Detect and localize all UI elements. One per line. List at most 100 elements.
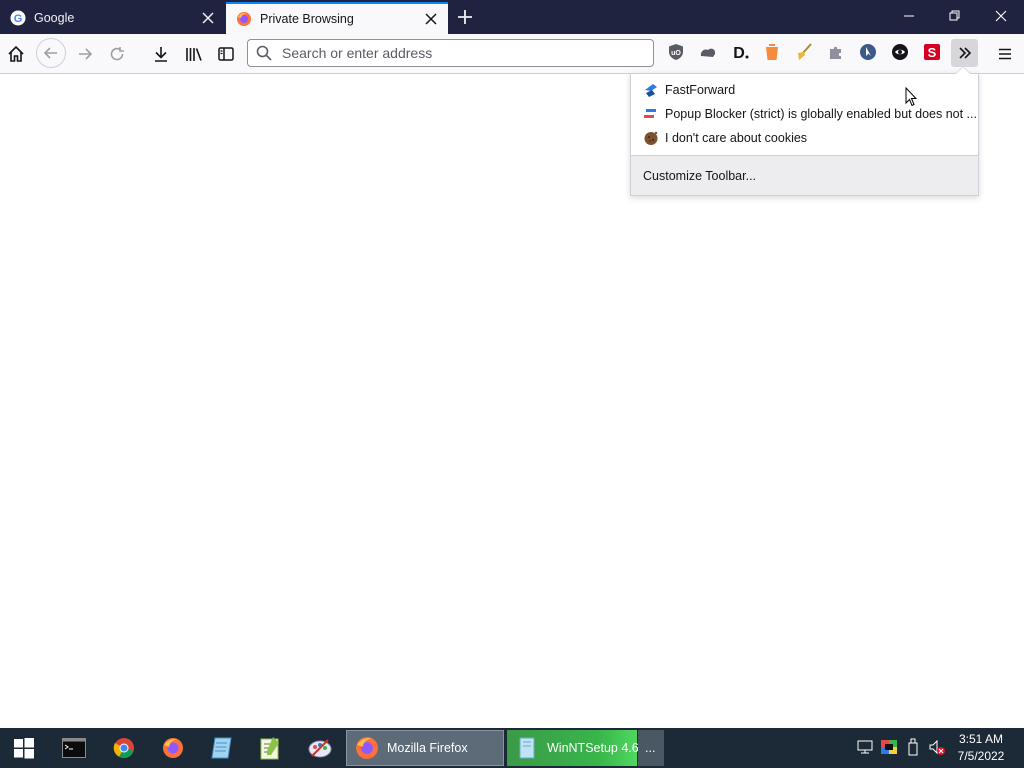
overflow-item-label: FastForward	[665, 83, 736, 97]
taskbar-firefox[interactable]	[159, 734, 187, 762]
downloads-button[interactable]	[148, 41, 174, 67]
taskbar-task-firefox[interactable]: Mozilla Firefox	[346, 730, 504, 766]
overflow-item-label: I don't care about cookies	[665, 131, 808, 145]
taskbar-notepad[interactable]	[208, 734, 236, 762]
svg-text:uO: uO	[671, 50, 681, 57]
privacy-extension-button[interactable]	[891, 43, 909, 61]
cookie-autodelete-button[interactable]	[763, 43, 781, 61]
d-extension-button[interactable]: D	[731, 43, 749, 61]
overflow-menu-panel: FastForward Popup Blocker (strict) is gl…	[630, 66, 979, 196]
back-icon	[43, 47, 57, 59]
library-button[interactable]	[181, 41, 207, 67]
taskbar-paint[interactable]	[306, 734, 334, 762]
fastforward-icon	[645, 84, 657, 97]
usb-drive-icon[interactable]	[904, 738, 922, 756]
clock-time: 3:51 AM	[958, 732, 1004, 746]
broom-icon	[798, 43, 812, 60]
winntsetup-icon	[519, 737, 535, 759]
overflow-item-fastforward[interactable]: FastForward	[643, 79, 735, 101]
mouse-cursor-icon	[905, 87, 917, 107]
ublock-icon: uO	[669, 44, 683, 60]
paint-icon	[308, 739, 332, 758]
restore-button[interactable]	[932, 0, 978, 32]
broom-button[interactable]	[795, 43, 813, 61]
home-button[interactable]	[3, 41, 29, 67]
ublock-button[interactable]: uO	[667, 43, 685, 61]
firefox-icon	[356, 737, 378, 759]
address-bar[interactable]	[247, 39, 654, 67]
color-app-icon[interactable]	[880, 738, 898, 756]
taskbar-notepadpp[interactable]	[256, 734, 284, 762]
task-label: Mozilla Firefox	[387, 741, 468, 755]
app-menu-button[interactable]	[992, 41, 1018, 67]
taskbar: Mozilla Firefox WinNTSetup 4.6.3 ... 3:5…	[0, 728, 1024, 768]
overflow-item-label: Popup Blocker (strict) is globally enabl…	[665, 107, 977, 121]
popup-blocker-icon	[644, 109, 656, 118]
puzzle-extension-button[interactable]	[827, 43, 845, 61]
taskbar-terminal[interactable]	[60, 734, 88, 762]
puzzle-extension-icon	[830, 46, 841, 59]
cookie-icon	[644, 131, 658, 145]
s-extension-button[interactable]: S	[923, 43, 941, 61]
svg-text:S: S	[928, 45, 937, 60]
svg-text:D: D	[733, 45, 745, 61]
overflow-item-popup-blocker[interactable]: Popup Blocker (strict) is globally enabl…	[643, 103, 977, 125]
d-extension-icon: D	[733, 45, 749, 61]
close-icon	[995, 10, 1007, 22]
forward-icon	[79, 48, 93, 60]
customize-toolbar-button[interactable]: Customize Toolbar...	[631, 156, 978, 195]
chevron-double-right-icon	[958, 47, 971, 59]
clock-date: 7/5/2022	[957, 749, 1005, 763]
system-clock[interactable]: 3:51 AM 7/5/2022	[948, 731, 1014, 765]
volume-muted-icon[interactable]	[928, 738, 946, 756]
cookie-autodelete-icon	[766, 44, 778, 60]
tab-title: Private Browsing	[260, 12, 354, 26]
back-button[interactable]	[36, 38, 66, 68]
more-label: ...	[645, 741, 656, 755]
cloud-extension-button[interactable]	[699, 43, 717, 61]
overflow-menu-button[interactable]	[951, 39, 978, 67]
search-input[interactable]	[280, 44, 653, 62]
downloads-icon	[155, 47, 167, 62]
forward-button[interactable]	[72, 41, 98, 67]
close-tab-icon[interactable]	[424, 12, 438, 26]
sidebar-button[interactable]	[213, 41, 239, 67]
panel-arrow	[955, 66, 971, 74]
search-icon	[256, 45, 272, 61]
s-extension-icon: S	[924, 44, 940, 60]
privacy-extension-icon	[892, 44, 908, 60]
firefox-icon	[237, 12, 251, 26]
network-icon[interactable]	[856, 738, 874, 756]
minimize-icon	[904, 15, 914, 17]
navigation-toolbar: uO D S	[0, 34, 1024, 74]
home-icon	[8, 45, 24, 62]
svg-text:G: G	[14, 13, 23, 25]
minimize-button[interactable]	[886, 0, 932, 32]
notepad-icon	[211, 737, 232, 759]
start-button[interactable]	[10, 734, 38, 762]
cursor-extension-button[interactable]	[859, 43, 877, 61]
firefox-icon	[163, 738, 183, 758]
sidebar-icon	[218, 47, 234, 61]
task-label: WinNTSetup 4.6.3	[547, 741, 650, 755]
taskbar-chrome[interactable]	[110, 734, 138, 762]
restore-icon	[949, 10, 960, 21]
google-icon: G	[10, 10, 26, 26]
windows-start-icon	[14, 738, 34, 759]
library-icon	[186, 48, 202, 61]
tab-title: Google	[34, 11, 75, 25]
tab-google[interactable]: G Google	[0, 2, 225, 34]
cloud-extension-icon	[700, 48, 716, 57]
new-tab-icon[interactable]	[454, 6, 476, 28]
taskbar-more-button[interactable]: ...	[638, 730, 664, 766]
chrome-icon	[113, 738, 134, 759]
reload-icon	[110, 47, 124, 61]
reload-button[interactable]	[104, 41, 130, 67]
close-tab-icon[interactable]	[201, 11, 215, 25]
tab-private-browsing[interactable]: Private Browsing	[226, 2, 448, 34]
taskbar-task-winntsetup[interactable]: WinNTSetup 4.6.3	[507, 730, 649, 766]
overflow-item-cookies[interactable]: I don't care about cookies	[643, 127, 807, 149]
close-window-button[interactable]	[978, 0, 1024, 32]
tab-strip: G Google Private Browsing	[0, 0, 1024, 34]
terminal-icon	[62, 738, 86, 758]
